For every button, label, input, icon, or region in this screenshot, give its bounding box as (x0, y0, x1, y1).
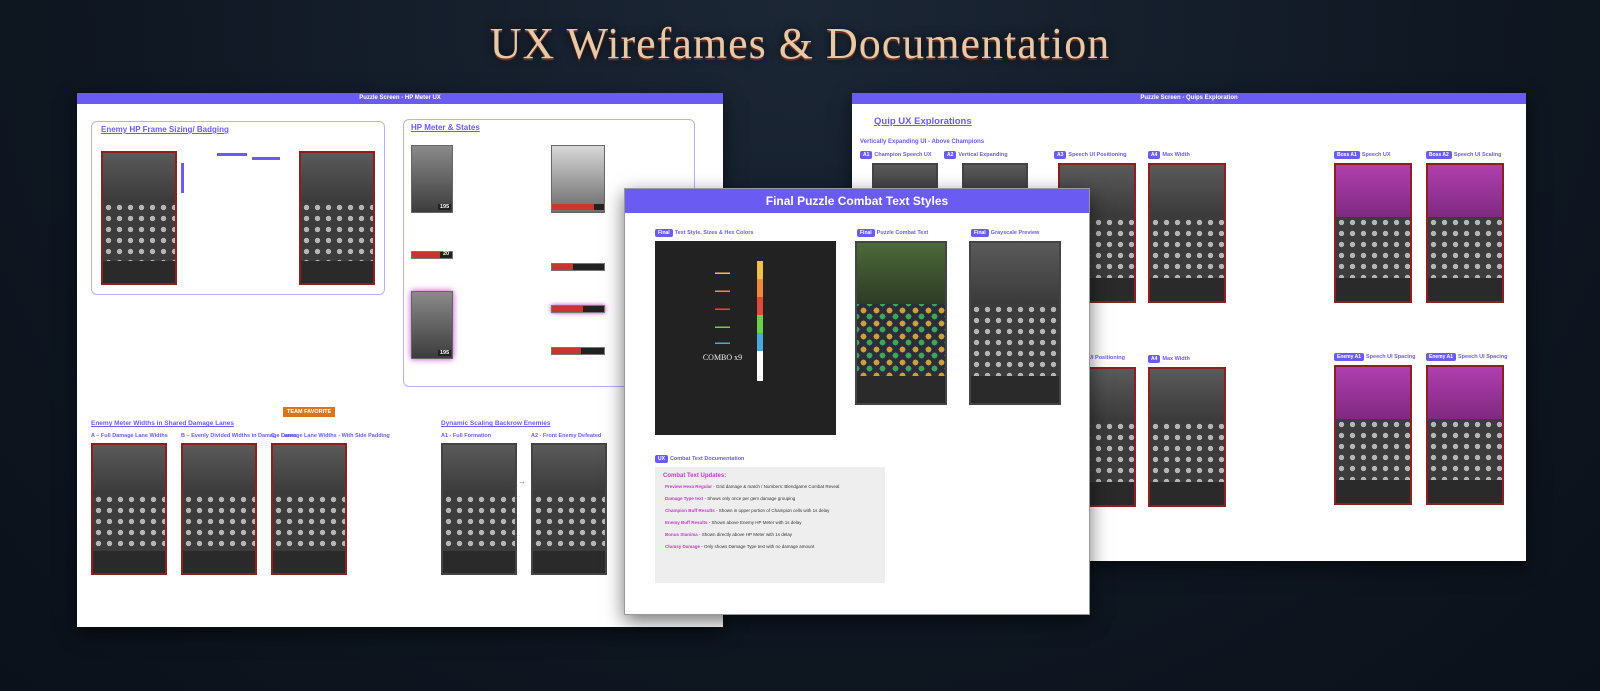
hp-value-1: 195 (438, 204, 452, 210)
boss-a2-mockup (1426, 163, 1504, 303)
variant-a2: A2 Vertical Expanding (944, 151, 1008, 159)
variant-a3: A3 Speech UI Positioning (1054, 151, 1126, 159)
panel-combat-text-label: Final Puzzle Combat Text (857, 229, 928, 237)
lane-c-label: C – Damage Lane Widths - With Side Paddi… (271, 433, 390, 439)
doc-item: Clumsy Damage - Only shows Damage Type t… (665, 544, 815, 549)
text-style-green: ▬▬▬ (715, 325, 730, 330)
hp-meter-bar-4 (551, 305, 605, 313)
doc-item: Enemy Buff Results - Shown above Enemy H… (665, 520, 802, 525)
team-favorite-badge: TEAM FAVORITE (283, 407, 336, 417)
hp-frame-notes-1 (181, 163, 214, 193)
lane-b-mockup (181, 443, 257, 575)
left-board-header: Puzzle Screen - HP Meter UX (77, 93, 723, 104)
doc-label: UX Combat Text Documentation (655, 455, 744, 463)
quip-subtitle: Vertically Expanding UI - Above Champion… (860, 139, 985, 145)
text-style-blue: ▬▬▬ (715, 341, 730, 346)
combat-text-documentation: Combat Text Updates: Preview Hexa Regula… (655, 467, 885, 583)
panel-text-styles-label: Final Text Style, Sizes & Hex Colors (655, 229, 753, 237)
meter-widths-title: Enemy Meter Widths in Shared Damage Lane… (91, 420, 234, 427)
hp-meter-portrait-2 (411, 291, 453, 359)
boss-a1-label: Boss A1 Speech UX (1334, 151, 1391, 159)
quip-title: Quip UX Explorations (874, 116, 972, 127)
right-board-header: Puzzle Screen - Quips Exploration (852, 93, 1526, 104)
hp-frame-mockup-2 (299, 151, 375, 285)
doc-heading: Combat Text Updates: (663, 473, 727, 479)
backrow-arrow: → (518, 477, 526, 486)
doc-item: Champion Buff Results - Shown in upper p… (665, 508, 830, 513)
hp-frame-notes-3 (252, 157, 280, 200)
doc-item: Damage Type text - Shows only once per g… (665, 496, 796, 501)
center-board[interactable]: Final Puzzle Combat Text Styles Final Tex… (624, 188, 1090, 615)
swatch-column (757, 261, 763, 381)
enemy-a1-label-2: Enemy A1 Speech UI Spacing (1426, 353, 1508, 361)
backrow-mockup-1 (441, 443, 517, 575)
grayscale-preview (969, 241, 1061, 405)
hp-meter-bar-5 (551, 347, 605, 355)
variant-a1: A1 Champion Speech UX (860, 151, 932, 159)
row2-variant-a4: A4 Max Width (1148, 355, 1190, 363)
text-styles-sheet: ▬▬▬ ▬▬▬ ▬▬▬ ▬▬▬ ▬▬▬ COMBO x9 (655, 241, 836, 435)
combat-text-preview (855, 241, 947, 405)
lane-a-label: A – Full Damage Lane Widths (91, 433, 168, 439)
quip-mockup-row2-a4 (1148, 367, 1226, 507)
enemy-a1-mockup-1 (1334, 365, 1412, 505)
backrow-label-2: A2 - Front Enemy Defeated (531, 433, 602, 439)
backrow-title: Dynamic Scaling Backrow Enemies (441, 420, 551, 427)
hp-meter-title: HP Meter & States (411, 123, 480, 132)
hp-meter-portrait-1 (411, 145, 453, 213)
boss-a2-label: Boss A2 Speech UI Scaling (1426, 151, 1502, 159)
doc-item: Bonus Stanima - Shown directly above HP … (665, 532, 792, 537)
panel-grayscale-label: Final Grayscale Preview (971, 229, 1039, 237)
page-title: UX Wirefames & Documentation (489, 19, 1111, 68)
combo-text-sample: COMBO x9 (702, 353, 743, 362)
text-style-red: ▬▬▬ (715, 307, 730, 312)
enemy-a1-mockup-2 (1426, 365, 1504, 505)
hp-value-3: 195 (438, 350, 452, 356)
boss-a1-mockup (1334, 163, 1412, 303)
row2-partial-label: UI Positioning (1088, 355, 1125, 361)
hp-value-2: 20 (443, 251, 450, 257)
hp-frame-title: Enemy HP Frame Sizing/ Badging (101, 125, 229, 134)
variant-a4: A4 Max Width (1148, 151, 1190, 159)
hp-meter-bar-2 (551, 203, 605, 211)
hp-frame-mockup-1 (101, 151, 177, 285)
hp-meter-bar-3 (551, 263, 605, 271)
doc-item: Preview Hexa Regular - Grid damage & mat… (665, 484, 840, 489)
backrow-mockup-2 (531, 443, 607, 575)
lane-a-mockup (91, 443, 167, 575)
text-style-yellow: ▬▬▬ (715, 271, 730, 276)
enemy-a1-label-1: Enemy A1 Speech UI Spacing (1334, 353, 1416, 361)
lane-c-mockup (271, 443, 347, 575)
hp-frame-notes-2 (217, 153, 247, 196)
quip-mockup-a4 (1148, 163, 1226, 303)
backrow-label-1: A1 - Full Formation (441, 433, 492, 439)
text-style-orange: ▬▬▬ (715, 289, 730, 294)
center-board-title: Final Puzzle Combat Text Styles (625, 189, 1089, 213)
